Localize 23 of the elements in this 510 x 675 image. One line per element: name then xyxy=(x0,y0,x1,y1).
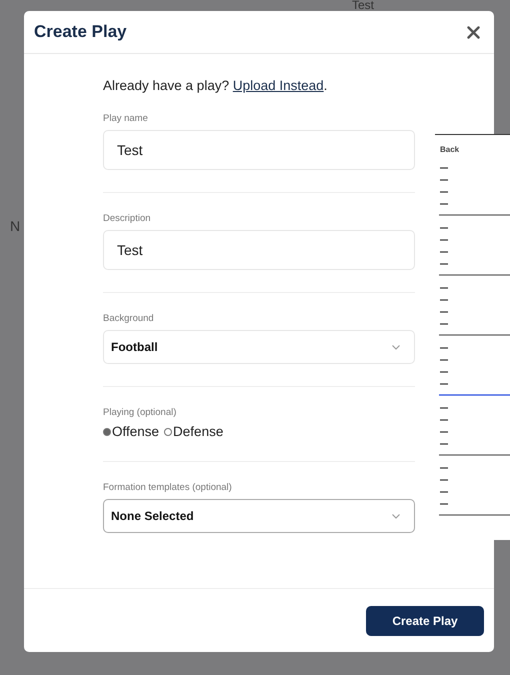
chevron-down-icon xyxy=(392,344,400,350)
input-field[interactable]: Test xyxy=(103,230,415,270)
radio-button[interactable] xyxy=(164,428,172,436)
dropdown-field[interactable]: Football xyxy=(103,330,415,364)
close-icon xyxy=(467,26,480,38)
field-label: Background xyxy=(103,313,155,324)
field-label: Formation templates (optional) xyxy=(103,482,233,493)
field-label: Playing (optional) xyxy=(103,407,178,418)
create-play-button[interactable]: Create Play xyxy=(366,606,484,636)
radio-button[interactable] xyxy=(103,428,111,436)
radio-option[interactable]: Offense xyxy=(103,424,160,439)
field-label: Description xyxy=(103,213,152,224)
upload-link[interactable]: Upload Instead xyxy=(232,78,324,93)
background-text: N xyxy=(10,218,20,234)
dialog-title: Create Play xyxy=(34,22,127,42)
preview-label: Back xyxy=(439,144,460,154)
dropdown-field[interactable]: None Selected xyxy=(103,499,415,533)
radio-option[interactable]: Defense xyxy=(164,424,224,439)
field-label: Play name xyxy=(103,113,149,124)
upload-prompt: Already have a play? Upload Instead. xyxy=(103,78,328,93)
chevron-down-icon xyxy=(392,514,400,518)
background-text: Test xyxy=(352,0,374,12)
input-field[interactable]: Test xyxy=(103,130,415,170)
